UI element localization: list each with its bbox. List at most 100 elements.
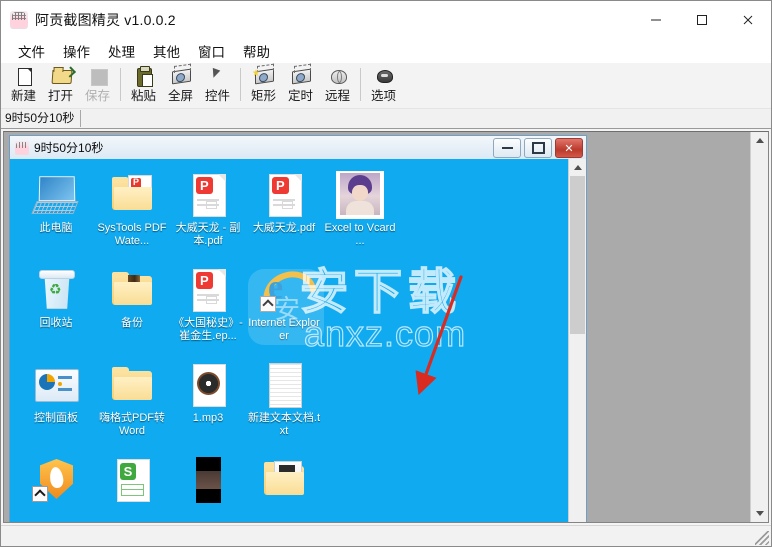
toolbar-label-control: 控件	[204, 89, 230, 103]
toolbar-button-remote[interactable]: 远程	[319, 65, 356, 106]
desktop-icon-internet-explorer[interactable]: e Internet Explorer	[246, 262, 322, 357]
toolbar-label-remote: 远程	[324, 89, 350, 103]
minimize-icon	[501, 147, 513, 149]
toolbar-button-paste[interactable]: 粘贴	[125, 65, 162, 106]
desktop-icon-epub-book[interactable]: 《大国秘史》- 崔金生.ep...	[170, 262, 246, 357]
desktop-icon-empty	[322, 262, 398, 357]
toolbar-label-options: 选项	[370, 89, 396, 103]
toolbar-label-open: 打开	[47, 89, 73, 103]
child-close-button[interactable]: ✕	[555, 138, 583, 158]
audio-file-icon	[184, 361, 232, 409]
computer-icon	[31, 171, 80, 219]
toolbar-button-open[interactable]: 打开	[42, 65, 79, 106]
app-pig-icon	[10, 11, 28, 29]
maximize-icon	[697, 15, 707, 25]
desktop-icon-security-app[interactable]	[18, 452, 94, 522]
shield-flame-icon	[32, 456, 80, 504]
desktop-icon-excel-to-vcard[interactable]: Excel to Vcard ...	[322, 167, 398, 262]
toolbar-button-control[interactable]: 控件	[199, 65, 236, 106]
toolbar-label-paste: 粘贴	[130, 89, 156, 103]
menu-item-process[interactable]: 处理	[99, 39, 144, 63]
title-bar: 阿贡截图精灵 v1.0.0.2	[1, 1, 771, 39]
desktop-icon-docs-folder[interactable]	[246, 452, 322, 522]
toolbar-button-fullscreen[interactable]: 全屏	[162, 65, 199, 106]
red-arrow-annotation	[415, 275, 463, 396]
child-window-controls: ✕	[493, 138, 583, 158]
child-window-title-bar[interactable]: 9时50分10秒 ✕	[10, 136, 586, 159]
scrollbar-track[interactable]	[751, 149, 768, 505]
menu-item-help[interactable]: 帮助	[234, 39, 279, 63]
empty-slot-icon	[336, 266, 384, 314]
toolbar-label-save: 保存	[84, 89, 110, 103]
toolbar-separator	[120, 68, 121, 101]
toolbar-button-options[interactable]: 选项	[365, 65, 402, 106]
save-icon	[86, 67, 110, 87]
desktop-icon-recycle-bin[interactable]: ♻ 回收站	[18, 262, 94, 357]
scroll-up-button[interactable]	[569, 159, 586, 176]
menu-item-file[interactable]: 文件	[9, 39, 54, 63]
chevron-up-icon	[755, 138, 764, 143]
desktop-icon-label: 《大国秘史》- 崔金生.ep...	[173, 317, 243, 342]
internet-explorer-icon: e	[260, 266, 308, 314]
maximize-button[interactable]	[679, 1, 725, 39]
desktop-icon-wps-sheet[interactable]: S	[94, 452, 170, 522]
folder-with-documents-icon	[260, 456, 308, 504]
fullscreen-capture-icon	[169, 67, 193, 87]
desktop-icon-label: 控制面板	[34, 412, 78, 424]
toolbar-label-fullscreen: 全屏	[167, 89, 193, 103]
desktop-icon-empty	[322, 452, 398, 522]
app-pig-icon	[15, 140, 29, 155]
desktop-icon-systools[interactable]: SysTools PDF Wate...	[94, 167, 170, 262]
child-minimize-button[interactable]	[493, 138, 521, 158]
desktop-icon-label: 新建文本文档.txt	[247, 412, 321, 437]
child-maximize-button[interactable]	[524, 138, 552, 158]
document-tab[interactable]: 9时50分10秒	[1, 110, 82, 127]
capture-child-window: 9时50分10秒 ✕ 此电脑 P SysTools PDF Wate... P …	[9, 135, 587, 522]
menu-item-other[interactable]: 其他	[144, 39, 189, 63]
menu-item-operation[interactable]: 操作	[54, 39, 99, 63]
resize-grip-icon[interactable]	[755, 531, 769, 545]
minimize-button[interactable]	[633, 1, 679, 39]
desktop-icon-pdf-copy[interactable]: 大威天龙 - 副本.pdf	[170, 167, 246, 262]
toolbar-button-timer[interactable]: 定时	[282, 65, 319, 106]
desktop-icon-pdf-to-word-folder[interactable]: 嗨格式PDF转Word	[94, 357, 170, 452]
toolbar-button-new[interactable]: 新建	[5, 65, 42, 106]
new-page-icon	[12, 67, 36, 87]
desktop-icon-grid: 此电脑 P SysTools PDF Wate... P 大威天龙 - 副本.p…	[10, 159, 398, 522]
shortcut-arrow-icon	[32, 486, 48, 502]
window-title: 阿贡截图精灵 v1.0.0.2	[35, 12, 176, 28]
folder-with-book-icon	[108, 266, 156, 314]
empty-slot-icon	[336, 361, 384, 409]
rectangle-capture-icon	[252, 67, 276, 87]
child-window-vertical-scrollbar[interactable]	[568, 159, 586, 522]
child-window-title: 9时50分10秒	[34, 141, 104, 155]
desktop-icon-label: SysTools PDF Wate...	[97, 222, 167, 247]
desktop-icon-mp3[interactable]: 1.mp3	[170, 357, 246, 452]
mdi-client-area: 9时50分10秒 ✕ 此电脑 P SysTools PDF Wate... P …	[3, 131, 769, 523]
pdf-file-icon	[260, 171, 308, 219]
desktop-icon-backup[interactable]: 备份	[94, 262, 170, 357]
mdi-vertical-scrollbar[interactable]	[750, 132, 768, 522]
desktop-icon-label: 回收站	[39, 317, 73, 329]
desktop-icon-text-document[interactable]: 新建文本文档.txt	[246, 357, 322, 452]
toolbar-label-timer: 定时	[287, 89, 313, 103]
desktop-icon-label: 大威天龙 - 副本.pdf	[175, 222, 241, 247]
desktop-icon-this-pc[interactable]: 此电脑	[18, 167, 94, 262]
close-icon: ✕	[564, 142, 574, 155]
scroll-down-button[interactable]	[751, 505, 768, 522]
window-controls	[633, 1, 771, 39]
desktop-icon-control-panel[interactable]: 控制面板	[18, 357, 94, 452]
desktop-icon-video[interactable]	[170, 452, 246, 522]
scroll-up-button[interactable]	[751, 132, 768, 149]
close-button[interactable]	[725, 1, 771, 39]
menu-item-window[interactable]: 窗口	[189, 39, 234, 63]
desktop-icon-label: Excel to Vcard ...	[324, 222, 396, 247]
desktop-icon-pdf[interactable]: 大威天龙.pdf	[246, 167, 322, 262]
desktop-icon-label: 此电脑	[39, 222, 73, 234]
toolbar-button-rectangle[interactable]: 矩形	[245, 65, 282, 106]
photo-thumbnail-icon	[336, 171, 384, 219]
toolbar-separator	[240, 68, 241, 101]
folder-with-pdf-icon	[108, 171, 156, 219]
chevron-down-icon	[755, 511, 764, 516]
scrollbar-thumb[interactable]	[570, 176, 585, 334]
